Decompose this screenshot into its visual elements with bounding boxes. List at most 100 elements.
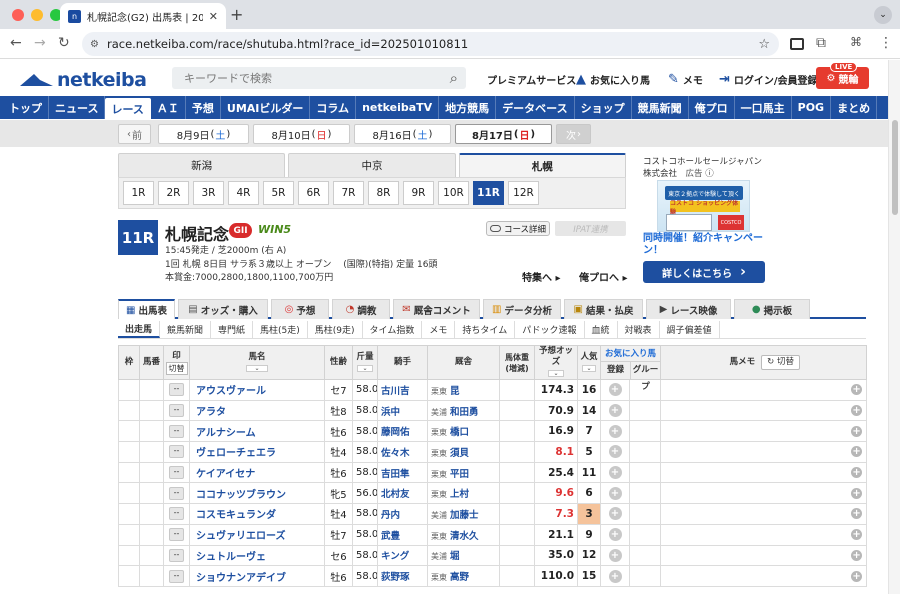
view-link-7[interactable]: 持ちタイム	[455, 321, 516, 338]
jockey-link[interactable]: 北村友	[381, 489, 410, 500]
nav-item-7[interactable]: netkeibaTV	[356, 96, 440, 119]
reload-icon[interactable]: ↻	[58, 35, 70, 51]
scrollbar-thumb[interactable]	[892, 120, 898, 215]
nav-item-11[interactable]: 競馬新聞	[632, 96, 689, 119]
race-button-10R[interactable]: 10R	[438, 181, 469, 205]
horse-name-link[interactable]: ショウナンアデイブ	[196, 573, 286, 584]
close-window-button[interactable]	[12, 9, 24, 21]
ad-detail-button[interactable]: 詳しくはこちら ›	[643, 261, 765, 283]
pin-icon[interactable]: +	[608, 404, 622, 418]
browser-tab[interactable]: n 札幌記念(G2) 出馬表 | 2025年8月17日 ✕	[60, 3, 226, 29]
add-memo-icon[interactable]: +	[851, 508, 863, 520]
extensions-puzzle-icon[interactable]: ⧉	[816, 35, 826, 51]
view-link-6[interactable]: メモ	[422, 321, 456, 338]
date-tab-0[interactable]: 8月9日(土)	[158, 124, 249, 144]
new-tab-button[interactable]: +	[230, 5, 243, 24]
trainer-link[interactable]: 和田勇	[450, 407, 479, 418]
nav-item-12[interactable]: 俺プロ	[689, 96, 735, 119]
pin-icon[interactable]: +	[608, 569, 622, 583]
mark-select-button[interactable]: --	[169, 569, 184, 583]
add-memo-icon[interactable]: +	[851, 549, 863, 561]
mark-select-button[interactable]: --	[169, 528, 184, 542]
add-memo-icon[interactable]: +	[851, 384, 863, 396]
memo-link[interactable]: ✎ メモ	[668, 72, 703, 87]
venue-tab-0[interactable]: 新潟	[118, 153, 286, 177]
orepro-link[interactable]: 俺プロへ ▸	[579, 269, 628, 284]
view-link-11[interactable]: 調子偏差値	[660, 321, 720, 338]
venue-tab-1[interactable]: 中京	[288, 153, 456, 177]
tab-odds[interactable]: ▤ オッズ・購入	[178, 299, 268, 319]
race-button-3R[interactable]: 3R	[193, 181, 224, 205]
view-link-5[interactable]: タイム指数	[363, 321, 423, 338]
view-link-10[interactable]: 対戦表	[618, 321, 660, 338]
race-button-8R[interactable]: 8R	[368, 181, 399, 205]
date-tab-1[interactable]: 8月10日(日)	[253, 124, 350, 144]
ipat-link-button[interactable]: IPAT連携	[555, 221, 626, 236]
prev-date-button[interactable]: ‹ 前	[118, 124, 151, 144]
live-keirin-button[interactable]: LIVE ⚙ 競輪	[816, 62, 869, 89]
mark-select-button[interactable]: --	[169, 445, 184, 459]
horse-name-link[interactable]: アウスヴァール	[196, 386, 266, 397]
screenshot-extension-icon[interactable]	[790, 38, 804, 50]
pin-icon[interactable]: +	[608, 528, 622, 542]
horse-name-link[interactable]: アラタ	[196, 407, 226, 418]
nav-item-9[interactable]: データベース	[496, 96, 575, 119]
trainer-link[interactable]: 加藤士	[450, 510, 479, 521]
nav-item-15[interactable]: まとめ	[831, 96, 878, 119]
trainer-link[interactable]: 橋口	[450, 427, 469, 438]
mark-select-button[interactable]: --	[169, 383, 184, 397]
incognito-profile-icon[interactable]: ⌘	[850, 35, 862, 49]
nav-item-1[interactable]: ニュース	[49, 96, 106, 119]
tab-coins[interactable]: ▣ 結果・払戻	[564, 299, 643, 319]
pin-icon[interactable]: +	[608, 383, 622, 397]
course-detail-button[interactable]: コース詳細	[486, 221, 550, 236]
add-memo-icon[interactable]: +	[851, 487, 863, 499]
tab-table[interactable]: ▦ 出馬表	[118, 299, 175, 319]
site-info-icon[interactable]: ⚙	[90, 39, 99, 50]
sort-icon[interactable]: ⌄	[582, 364, 596, 372]
nav-item-10[interactable]: ショップ	[575, 96, 632, 119]
sort-icon[interactable]: ⌄	[548, 370, 564, 377]
race-button-5R[interactable]: 5R	[263, 181, 294, 205]
mark-select-button[interactable]: --	[169, 486, 184, 500]
tab-video[interactable]: ▶ レース映像	[646, 299, 731, 319]
add-memo-icon[interactable]: +	[851, 446, 863, 458]
browser-menu-icon[interactable]: ⋮	[879, 35, 893, 51]
pin-icon[interactable]: +	[608, 466, 622, 480]
date-tab-3[interactable]: 8月17日(日)	[455, 124, 552, 144]
next-date-button[interactable]: 次 ›	[556, 124, 591, 144]
race-button-11R[interactable]: 11R	[473, 181, 504, 205]
mark-select-button[interactable]: --	[169, 466, 184, 480]
tab-stopwatch[interactable]: ◔ 調教	[332, 299, 390, 319]
tab-stable[interactable]: ✉ 厩舎コメント	[393, 299, 480, 319]
jockey-link[interactable]: 佐々木	[381, 448, 410, 459]
race-button-1R[interactable]: 1R	[123, 181, 154, 205]
tab-chat[interactable]: ● 掲示板	[734, 299, 810, 319]
jockey-link[interactable]: 荻野琢	[381, 572, 410, 583]
mark-select-button[interactable]: --	[169, 404, 184, 418]
horse-name-link[interactable]: ケイアイセナ	[196, 469, 255, 480]
feature-link[interactable]: 特集へ ▸	[522, 269, 561, 284]
memo-toggle-button[interactable]: ↻ 切替	[761, 355, 801, 370]
close-tab-icon[interactable]: ✕	[209, 10, 218, 23]
sort-icon[interactable]: ⌄	[246, 364, 268, 372]
jockey-link[interactable]: 吉田隼	[381, 469, 410, 480]
horse-name-link[interactable]: シュヴァリエローズ	[196, 531, 286, 542]
race-button-7R[interactable]: 7R	[333, 181, 364, 205]
trainer-link[interactable]: 堀	[450, 551, 460, 562]
bookmark-star-icon[interactable]: ☆	[758, 37, 770, 52]
nav-item-4[interactable]: 予想	[186, 96, 221, 119]
view-link-8[interactable]: パドック速報	[515, 321, 585, 338]
horse-name-link[interactable]: シュトルーヴェ	[196, 552, 266, 563]
jockey-link[interactable]: 浜中	[381, 407, 400, 418]
trainer-link[interactable]: 昆	[450, 386, 460, 397]
sort-icon[interactable]: ⌄	[357, 364, 373, 372]
netkeiba-logo[interactable]: netkeiba	[20, 69, 147, 91]
nav-item-6[interactable]: コラム	[310, 96, 357, 119]
jockey-link[interactable]: 丹内	[381, 510, 400, 521]
ad-caption-link[interactable]: 同時開催！紹介キャンペーン！	[643, 233, 765, 257]
jockey-link[interactable]: キング	[381, 551, 409, 562]
page-scrollbar[interactable]	[888, 60, 900, 594]
login-link[interactable]: ⇥ ログイン/会員登録	[719, 72, 818, 87]
nav-item-13[interactable]: 一口馬主	[735, 96, 792, 119]
